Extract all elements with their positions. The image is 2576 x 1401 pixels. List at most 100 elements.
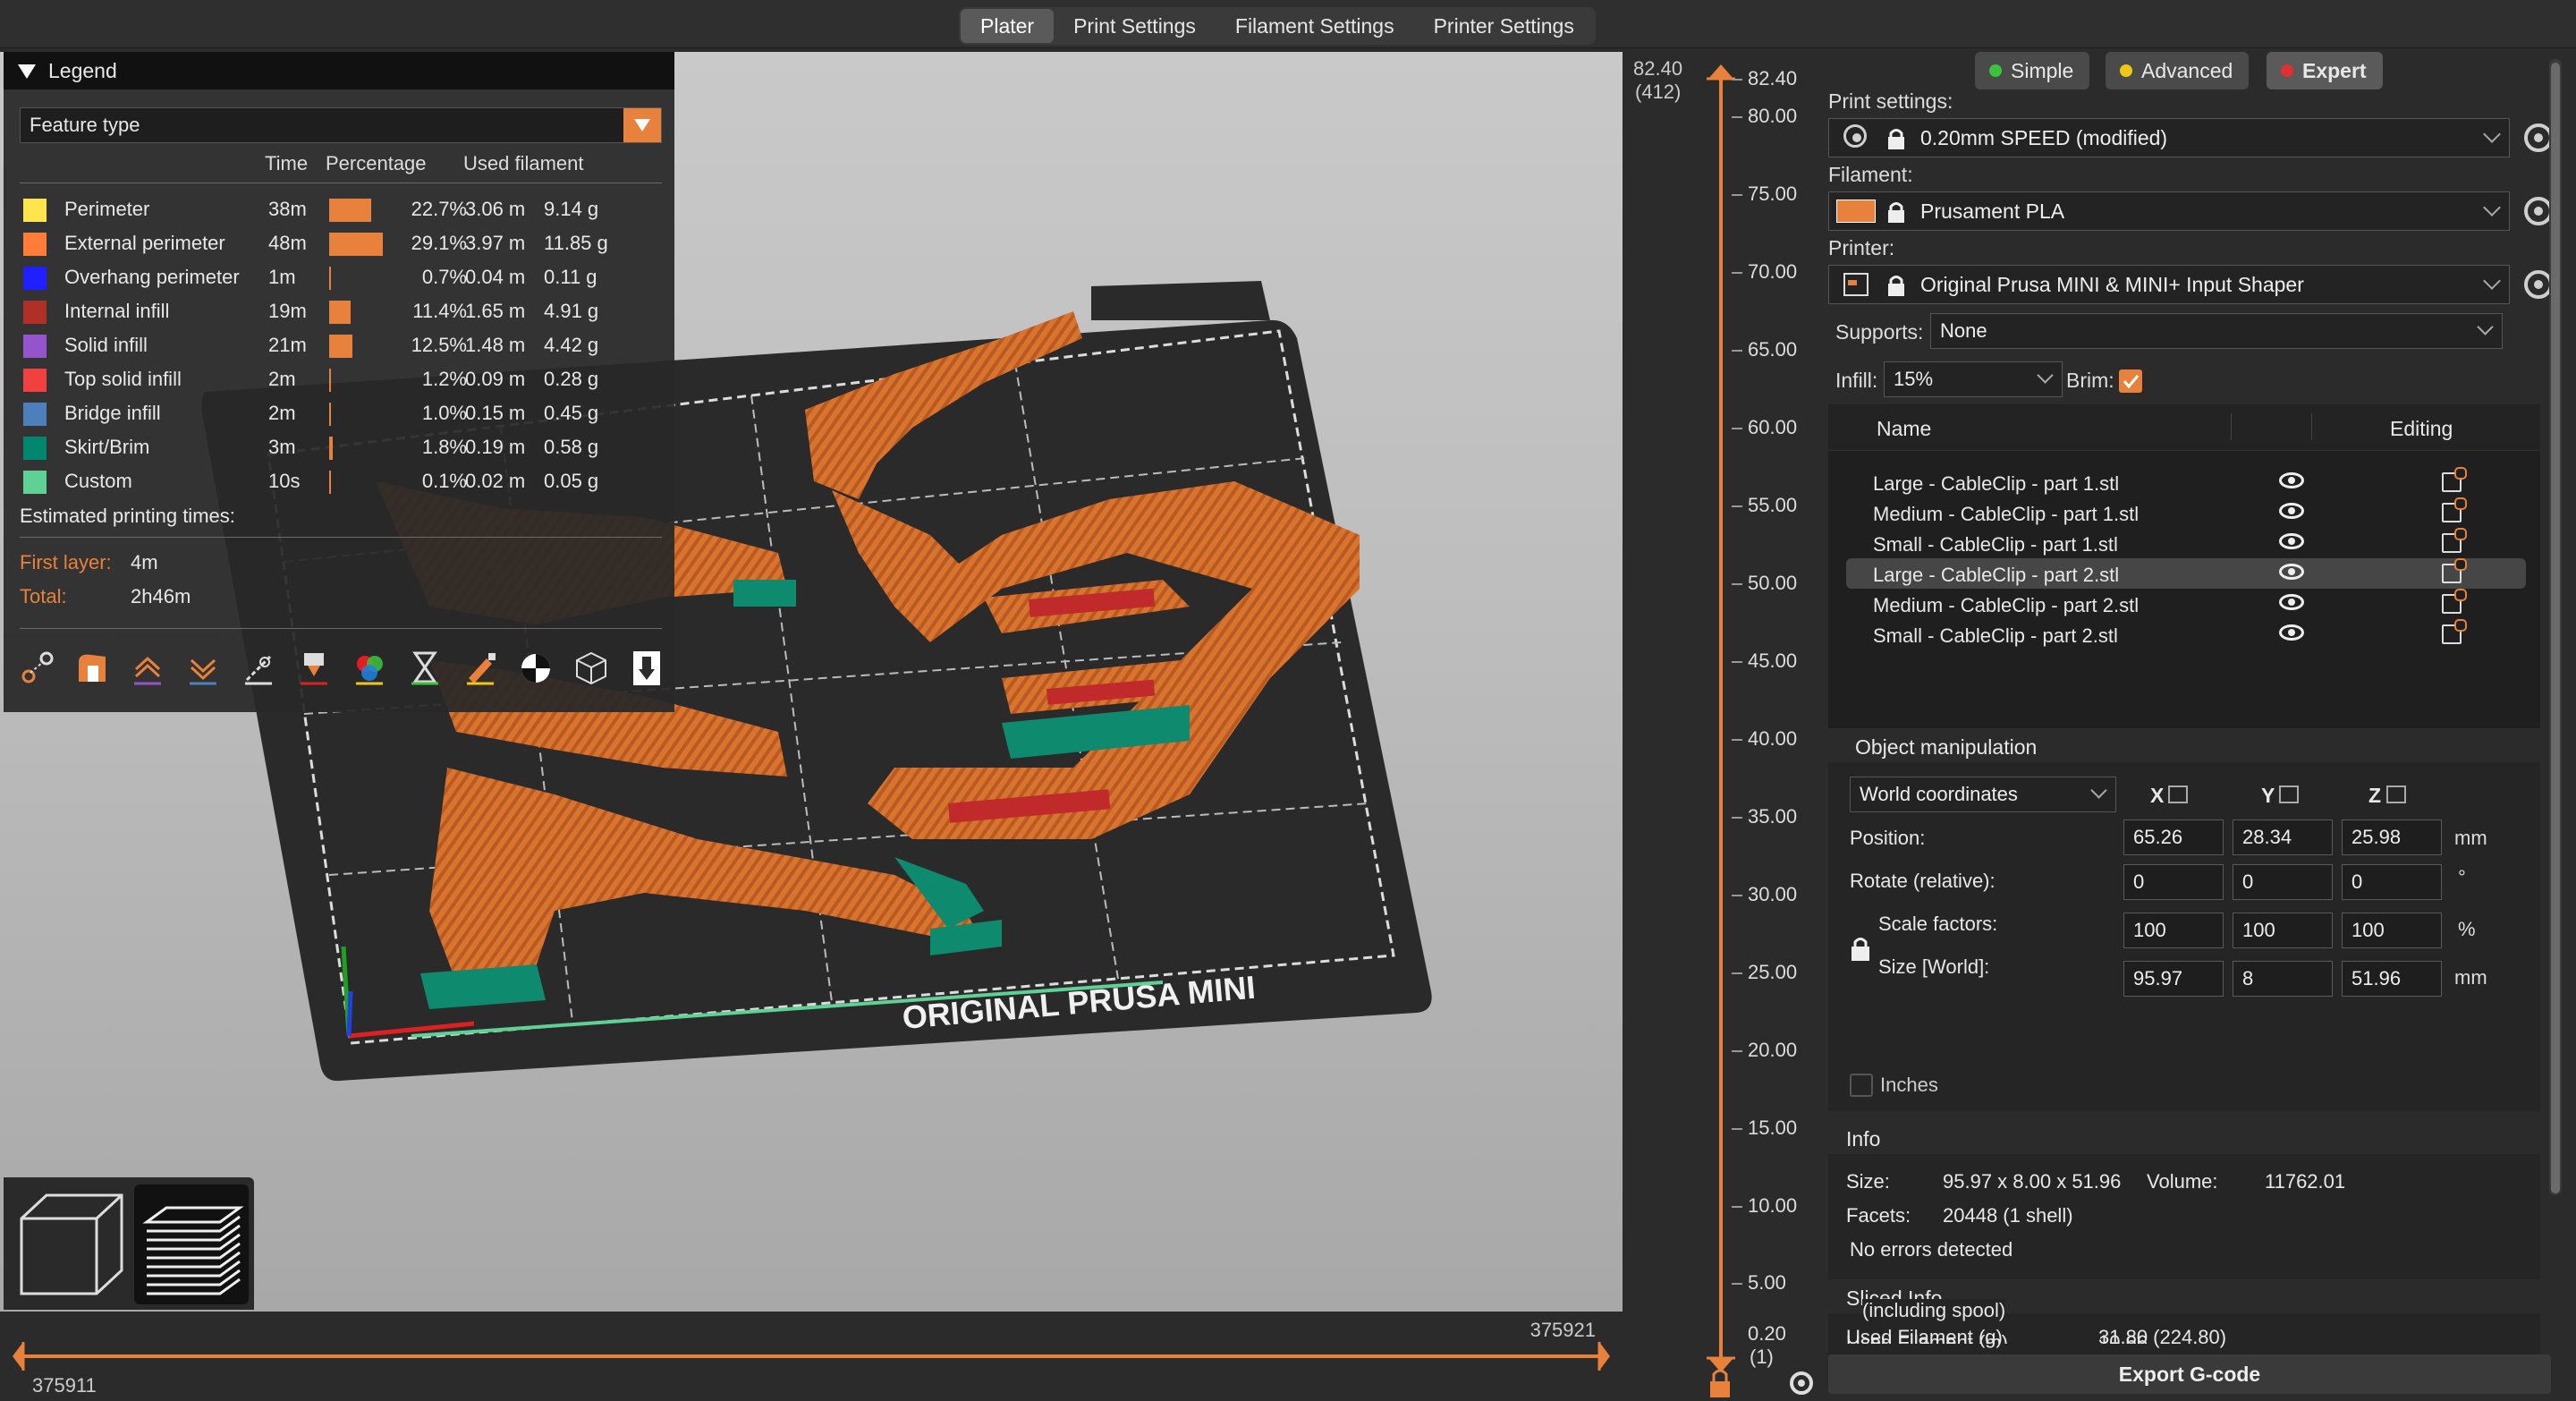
- rotate-z-input[interactable]: 0: [2342, 864, 2442, 900]
- legend-percentage-bar: [329, 199, 371, 222]
- legend-row[interactable]: Top solid infill 2m 1.2% 0.09 m 0.28 g: [20, 361, 664, 395]
- infill-select[interactable]: 15%: [1884, 361, 2063, 397]
- edit-object-icon[interactable]: [2442, 619, 2467, 644]
- edit-object-icon[interactable]: [2442, 589, 2467, 614]
- filament-combo[interactable]: Prusament PLA: [1828, 191, 2510, 231]
- horizontal-slider-track[interactable]: [0, 1329, 1623, 1383]
- tab-printer-settings[interactable]: Printer Settings: [1414, 9, 1594, 43]
- lock-icon[interactable]: [1710, 1369, 1730, 1397]
- travel-icon[interactable]: [18, 650, 55, 687]
- object-list-item[interactable]: Large - CableClip - part 2.stl: [1846, 558, 2526, 589]
- layer-tick-mark: [1732, 115, 1742, 118]
- legend-row[interactable]: Custom 10s 0.1% 0.02 m 0.05 g: [20, 463, 664, 497]
- coordinate-system-select[interactable]: World coordinates: [1850, 777, 2116, 812]
- print-settings-combo[interactable]: 0.20mm SPEED (modified): [1828, 118, 2510, 157]
- edit-object-icon[interactable]: [2442, 528, 2467, 553]
- collapse-triangle-icon[interactable]: [18, 64, 36, 79]
- mode-advanced-button[interactable]: Advanced: [2106, 52, 2250, 89]
- size-y-input[interactable]: 8: [2233, 961, 2333, 997]
- export-gcode-button[interactable]: Export G-code: [1828, 1354, 2551, 1394]
- color-changes-icon[interactable]: [351, 650, 388, 687]
- edit-object-icon[interactable]: [2442, 467, 2467, 492]
- dropdown-arrow-icon[interactable]: [623, 108, 661, 142]
- printer-icon: [1843, 273, 1868, 296]
- legend-time: 2m: [268, 368, 296, 390]
- layer-tick-mark: [1732, 816, 1742, 819]
- col-editing[interactable]: Editing: [2390, 417, 2453, 441]
- scale-x-input[interactable]: 100: [2123, 913, 2224, 948]
- settings-cog-icon[interactable]: [1790, 1371, 1813, 1395]
- axis-z-label: Z: [2368, 784, 2382, 807]
- advanced-dot-icon: [2120, 64, 2132, 77]
- rotate-y-input[interactable]: 0: [2233, 864, 2333, 900]
- position-y-input[interactable]: 28.34: [2233, 819, 2333, 855]
- 3d-view-icon[interactable]: [20, 1193, 123, 1295]
- legend-row[interactable]: Bridge infill 2m 1.0% 0.15 m 0.45 g: [20, 395, 664, 429]
- custom-gcodes-icon[interactable]: [462, 650, 499, 687]
- tab-plater[interactable]: Plater: [961, 9, 1055, 43]
- seams-icon[interactable]: [240, 650, 277, 687]
- legend-row[interactable]: Perimeter 38m 22.7% 3.06 m 9.14 g: [20, 191, 664, 225]
- visibility-eye-icon[interactable]: [2279, 503, 2304, 519]
- tool-changes-icon[interactable]: [295, 650, 333, 687]
- visibility-eye-icon[interactable]: [2279, 564, 2304, 580]
- deretractions-icon[interactable]: [184, 650, 222, 687]
- axis-z-drop-icon[interactable]: [2386, 785, 2406, 803]
- shells-icon[interactable]: [572, 650, 610, 687]
- scrollbar-thumb[interactable]: [2551, 63, 2560, 1193]
- rotate-x-input[interactable]: 0: [2123, 864, 2224, 900]
- position-z-input[interactable]: 25.98: [2342, 819, 2442, 855]
- position-x-input[interactable]: 65.26: [2123, 819, 2224, 855]
- retractions-icon[interactable]: [129, 650, 166, 687]
- wipe-icon[interactable]: [73, 650, 111, 687]
- object-list-item[interactable]: Medium - CableClip - part 1.stl: [1846, 497, 2526, 528]
- visibility-eye-icon[interactable]: [2279, 624, 2304, 641]
- edit-object-icon[interactable]: [2442, 497, 2467, 522]
- edit-object-icon[interactable]: [2442, 558, 2467, 583]
- layer-tick-mark: [1732, 894, 1742, 896]
- object-list-item[interactable]: Small - CableClip - part 1.stl: [1846, 528, 2526, 558]
- object-list-item[interactable]: Medium - CableClip - part 2.stl: [1846, 589, 2526, 619]
- object-list-item[interactable]: Small - CableClip - part 2.stl: [1846, 619, 2526, 650]
- scale-y-input[interactable]: 100: [2233, 913, 2333, 948]
- horizontal-slider[interactable]: 375921 375911: [0, 1312, 1623, 1401]
- visibility-eye-icon[interactable]: [2279, 472, 2304, 488]
- mode-simple-button[interactable]: Simple: [1975, 52, 2090, 89]
- tab-print-settings[interactable]: Print Settings: [1054, 9, 1216, 43]
- sidebar-panel: Simple Advanced Expert Print settings: 0…: [1821, 52, 2576, 1401]
- layer-tick-label: 60.00: [1748, 415, 1798, 438]
- visibility-eye-icon[interactable]: [2279, 533, 2304, 549]
- legend-row[interactable]: Solid infill 21m 12.5% 1.48 m 4.42 g: [20, 327, 664, 361]
- vertical-layer-slider[interactable]: 82.40 (412) 82.40 80.00 75.00 70.00 65.00 60.…: [1623, 52, 1821, 1401]
- sidebar-scrollbar[interactable]: [2549, 59, 2562, 1195]
- legend-row[interactable]: External perimeter 48m 29.1% 3.97 m 11.85 g: [20, 225, 664, 259]
- legend-row[interactable]: Internal infill 19m 11.4% 1.65 m 4.91 g: [20, 293, 664, 327]
- scale-lock-icon[interactable]: [1850, 936, 1871, 961]
- view-type-select[interactable]: Feature type: [20, 107, 662, 143]
- visibility-eye-icon[interactable]: [2279, 594, 2304, 610]
- center-of-gravity-icon[interactable]: [517, 650, 555, 687]
- legend-header[interactable]: Legend: [4, 52, 674, 89]
- axis-y-drop-icon[interactable]: [2279, 785, 2299, 803]
- supports-select[interactable]: None: [1930, 313, 2503, 349]
- scale-unit: %: [2458, 918, 2476, 940]
- size-x-input[interactable]: 95.97: [2123, 961, 2224, 997]
- tool-marker-icon[interactable]: [628, 650, 665, 687]
- axis-x-drop-icon[interactable]: [2168, 785, 2188, 803]
- pause-prints-icon[interactable]: [406, 650, 444, 687]
- mode-expert-button[interactable]: Expert: [2267, 52, 2383, 89]
- object-list-item[interactable]: Large - CableClip - part 1.stl: [1846, 467, 2526, 497]
- size-z-input[interactable]: 51.96: [2342, 961, 2442, 997]
- legend-time: 10s: [268, 470, 301, 492]
- rotate-label: Rotate (relative):: [1850, 870, 1996, 892]
- scale-z-input[interactable]: 100: [2342, 913, 2442, 948]
- layer-tick-label: 70.00: [1748, 259, 1798, 283]
- inches-checkbox[interactable]: [1850, 1074, 1873, 1097]
- col-name[interactable]: Name: [1877, 417, 1931, 441]
- tab-filament-settings[interactable]: Filament Settings: [1216, 9, 1414, 43]
- brim-checkbox[interactable]: [2118, 369, 2143, 394]
- legend-row[interactable]: Skirt/Brim 3m 1.8% 0.19 m 0.58 g: [20, 429, 664, 463]
- col-time: Time: [265, 152, 309, 174]
- printer-combo[interactable]: Original Prusa MINI & MINI+ Input Shaper: [1828, 265, 2510, 304]
- legend-row[interactable]: Overhang perimeter 1m 0.7% 0.04 m 0.11 g: [20, 259, 664, 293]
